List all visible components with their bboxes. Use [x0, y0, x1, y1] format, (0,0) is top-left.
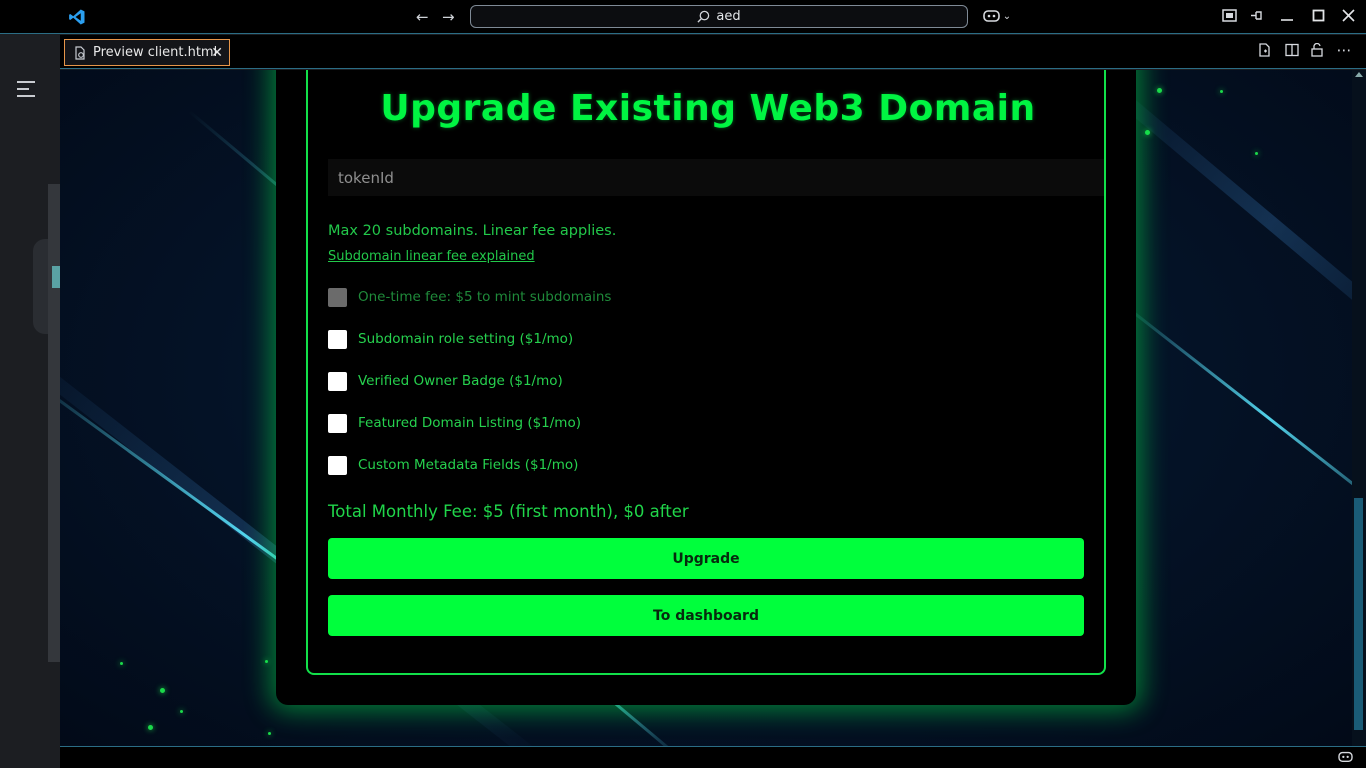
pin-icon[interactable] [1247, 8, 1265, 26]
page-title: Upgrade Existing Web3 Domain [380, 88, 1036, 129]
menu-icon[interactable] [17, 81, 35, 102]
split-editor-icon[interactable] [1283, 43, 1301, 61]
mint-fee-label: One-time fee: $5 to mint subdomains [358, 289, 612, 305]
search-text: aed [716, 9, 741, 24]
background-accent [52, 266, 60, 288]
bg-dot [1255, 152, 1258, 155]
copilot-status-icon[interactable] [1336, 749, 1354, 767]
option-role-setting[interactable]: Subdomain role setting ($1/mo) [328, 329, 573, 349]
verified-badge-label[interactable]: Verified Owner Badge ($1/mo) [358, 373, 563, 389]
bg-streak [1118, 300, 1352, 537]
back-arrow-icon[interactable]: ← [416, 8, 429, 26]
vertical-scrollbar[interactable] [1352, 70, 1366, 746]
upgrade-button[interactable]: Upgrade [328, 538, 1084, 579]
upgrade-form: Upgrade Existing Web3 Domain Max 20 subd… [306, 70, 1106, 675]
total-monthly-fee: Total Monthly Fee: $5 (first month), $0 … [328, 502, 689, 521]
role-setting-checkbox[interactable] [328, 329, 347, 349]
title-bar: ← → aed ⌄ [0, 0, 1366, 34]
option-custom-metadata[interactable]: Custom Metadata Fields ($1/mo) [328, 455, 578, 475]
open-file-icon[interactable] [1256, 43, 1274, 61]
bg-dot [265, 660, 268, 663]
option-mint-fee: One-time fee: $5 to mint subdomains [328, 287, 611, 307]
subdomain-note: Max 20 subdomains. Linear fee applies. [328, 223, 617, 239]
command-center-search[interactable]: aed [470, 5, 968, 28]
close-icon[interactable] [1339, 8, 1357, 26]
option-verified-badge[interactable]: Verified Owner Badge ($1/mo) [328, 371, 563, 391]
bg-dot [148, 725, 153, 730]
bg-dot [160, 688, 165, 693]
forward-arrow-icon[interactable]: → [442, 8, 455, 26]
preview-viewport: Upgrade Existing Web3 Domain Max 20 subd… [60, 70, 1352, 746]
scroll-up-icon[interactable] [1355, 72, 1363, 77]
maximize-icon[interactable] [1309, 8, 1327, 26]
bg-dot [268, 732, 271, 735]
tab-label: Preview client.html [93, 45, 218, 60]
tab-preview-client[interactable]: Preview client.html ✕ [64, 39, 230, 66]
featured-listing-checkbox[interactable] [328, 413, 347, 433]
upgrade-card: Upgrade Existing Web3 Domain Max 20 subd… [276, 70, 1136, 705]
lock-icon[interactable] [1308, 42, 1326, 61]
more-actions-icon[interactable]: ⋯ [1335, 41, 1353, 59]
bg-dot [120, 662, 123, 665]
option-featured-listing[interactable]: Featured Domain Listing ($1/mo) [328, 413, 581, 433]
search-icon [697, 10, 710, 23]
bg-dot [180, 710, 183, 713]
chevron-down-icon[interactable]: ⌄ [998, 8, 1016, 26]
vscode-logo-icon[interactable] [68, 8, 86, 26]
token-id-input[interactable] [328, 159, 1104, 196]
mint-fee-checkbox [328, 287, 347, 307]
minimize-icon[interactable] [1278, 8, 1296, 26]
role-setting-label[interactable]: Subdomain role setting ($1/mo) [358, 331, 573, 347]
verified-badge-checkbox[interactable] [328, 371, 347, 391]
preview-file-icon [75, 45, 85, 60]
custom-metadata-label[interactable]: Custom Metadata Fields ($1/mo) [358, 457, 578, 473]
background-window-sidebar [0, 34, 60, 768]
dashboard-button[interactable]: To dashboard [328, 595, 1084, 636]
status-bar [60, 746, 1366, 768]
editor-tab-bar: Preview client.html ✕ ⋯ [60, 35, 1366, 69]
scroll-thumb[interactable] [1354, 498, 1363, 730]
featured-listing-label[interactable]: Featured Domain Listing ($1/mo) [358, 415, 581, 431]
layout-icon[interactable] [1220, 8, 1238, 26]
tab-close-icon[interactable]: ✕ [211, 45, 223, 61]
bg-dot [1220, 90, 1223, 93]
bg-dot [1157, 88, 1162, 93]
bg-dot [1145, 130, 1150, 135]
custom-metadata-checkbox[interactable] [328, 455, 347, 475]
background-panel-edge [48, 184, 60, 662]
fee-explained-link[interactable]: Subdomain linear fee explained [328, 249, 535, 264]
